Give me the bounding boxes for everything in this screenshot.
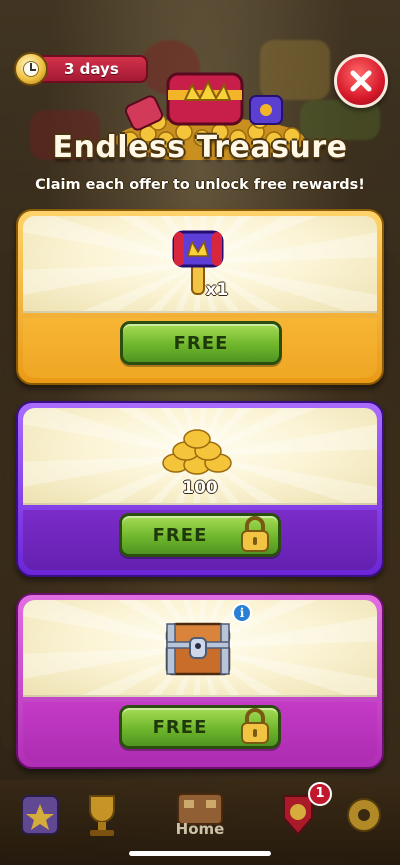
clock-icon xyxy=(14,52,48,86)
free-button-coins[interactable]: FREE xyxy=(119,513,281,557)
close-button[interactable] xyxy=(334,54,388,108)
coins-icon xyxy=(162,429,232,475)
lock-icon xyxy=(241,516,269,552)
info-icon[interactable]: i xyxy=(232,603,252,623)
close-icon xyxy=(350,70,372,92)
page-subtitle: Claim each offer to unlock free rewards! xyxy=(35,177,365,193)
leaderboard-icon[interactable] xyxy=(10,790,70,840)
free-button-chest[interactable]: FREE xyxy=(119,705,281,749)
home-indicator[interactable] xyxy=(129,851,271,856)
reward-count-coins: 100 xyxy=(182,478,218,498)
chest-icon xyxy=(165,622,231,676)
page-title: Endless Treasure xyxy=(52,130,348,165)
free-button-label: FREE xyxy=(173,333,229,354)
reward-count-hammer: x1 xyxy=(205,280,229,300)
trophy-icon[interactable] xyxy=(72,790,132,840)
settings-gear-icon[interactable] xyxy=(334,790,394,840)
notification-badge: 1 xyxy=(308,782,332,806)
free-button-label: FREE xyxy=(152,717,208,738)
nav-home-label[interactable]: Home xyxy=(170,820,230,838)
lock-icon xyxy=(241,708,269,744)
free-button-hammer[interactable]: FREE xyxy=(120,321,282,365)
free-button-label: FREE xyxy=(152,525,208,546)
